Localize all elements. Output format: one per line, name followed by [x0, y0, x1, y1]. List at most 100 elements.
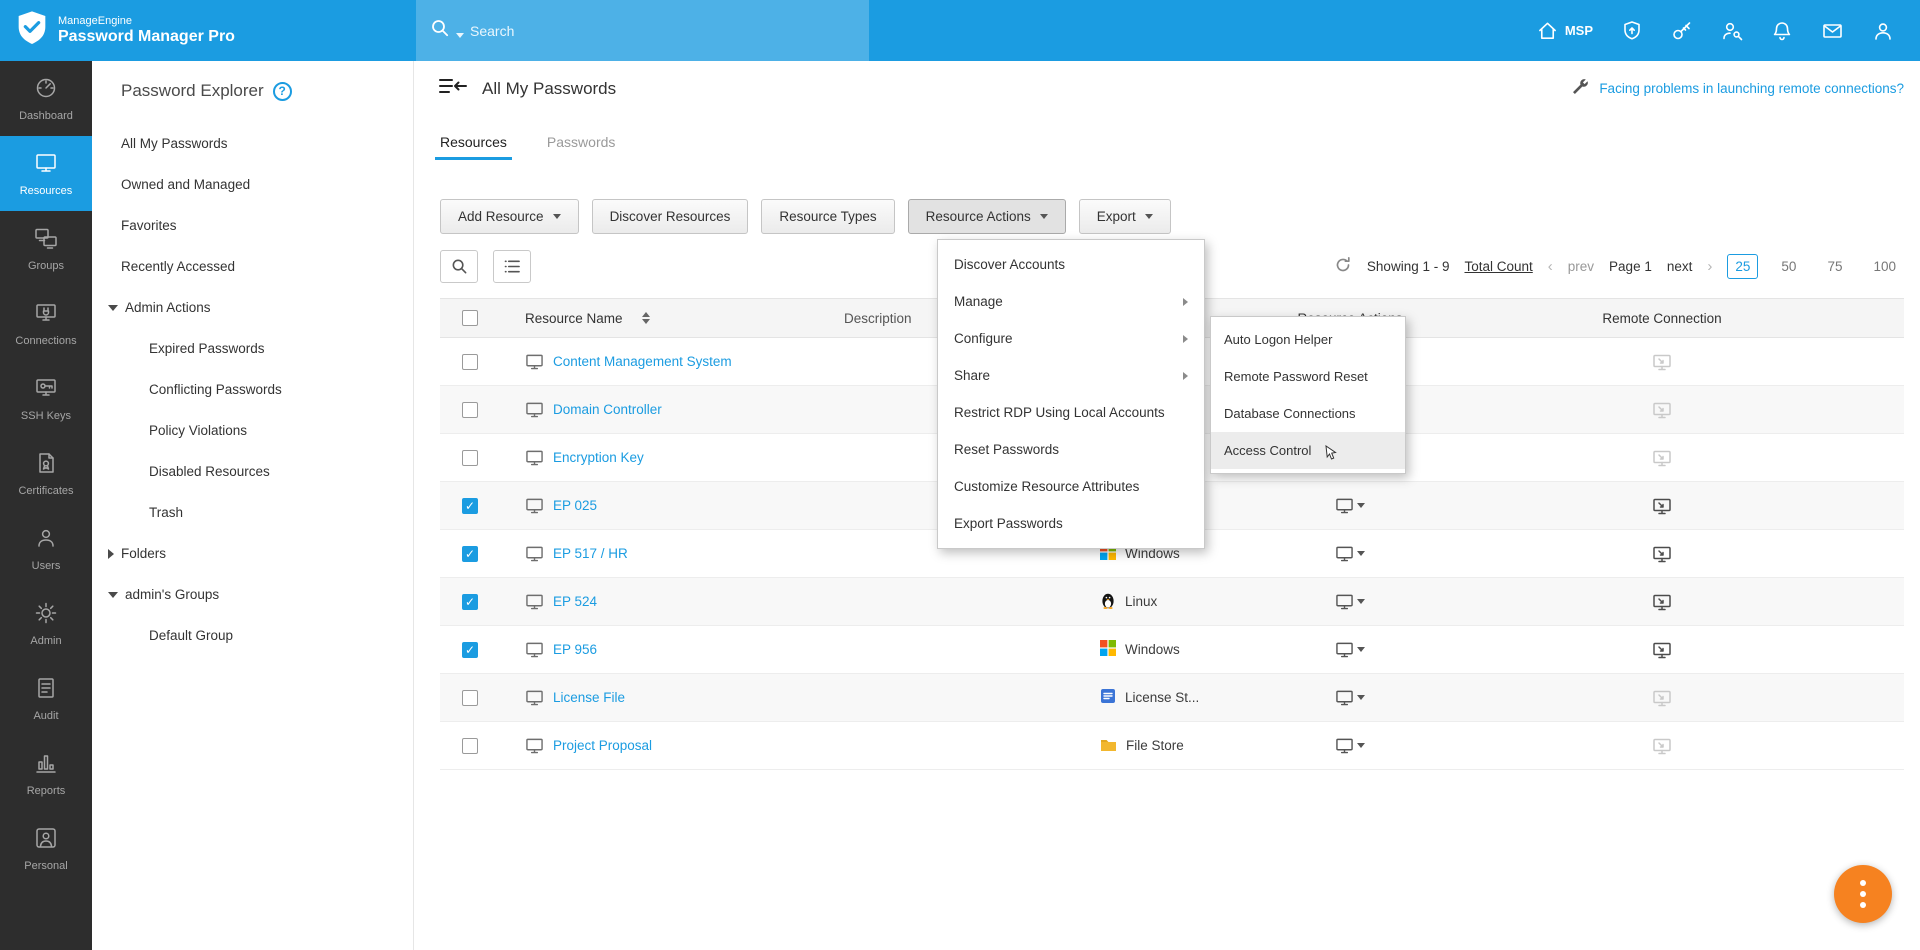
quick-actions-fab[interactable] [1834, 865, 1892, 923]
explorer-item-recently-accessed[interactable]: Recently Accessed [92, 246, 413, 287]
resource-name-link[interactable]: EP 025 [553, 498, 597, 513]
resource-name-link[interactable]: Project Proposal [553, 738, 652, 753]
submenu-item-remote-password-reset[interactable]: Remote Password Reset [1211, 358, 1405, 395]
explorer-item-conflicting-passwords[interactable]: Conflicting Passwords [92, 369, 413, 410]
bell-icon[interactable] [1771, 20, 1793, 42]
sidebar-item-dashboard[interactable]: Dashboard [0, 61, 92, 136]
explorer-group-admins-groups[interactable]: admin's Groups [92, 574, 413, 615]
help-icon[interactable]: ? [273, 82, 292, 101]
resource-name-link[interactable]: EP 517 / HR [553, 546, 628, 561]
resource-name-link[interactable]: Encryption Key [553, 450, 644, 465]
sidebar-item-groups[interactable]: Groups [0, 211, 92, 286]
explorer-item-expired-passwords[interactable]: Expired Passwords [92, 328, 413, 369]
discover-resources-button[interactable]: Discover Resources [592, 199, 749, 234]
msp-home[interactable]: MSP [1537, 20, 1593, 41]
sidebar-item-users[interactable]: Users [0, 511, 92, 586]
menu-item-manage[interactable]: Manage [938, 283, 1204, 320]
menu-item-share[interactable]: Share [938, 357, 1204, 394]
explorer-group-admin-actions[interactable]: Admin Actions [92, 287, 413, 328]
row-checkbox[interactable] [462, 498, 478, 514]
remote-connection-help-link[interactable]: Facing problems in launching remote conn… [1570, 77, 1904, 100]
tab-resources[interactable]: Resources [440, 134, 507, 160]
resource-name-link[interactable]: Content Management System [553, 354, 732, 369]
resource-actions-icon[interactable] [1335, 641, 1365, 658]
sidebar-item-reports[interactable]: Reports [0, 736, 92, 811]
row-checkbox[interactable] [462, 690, 478, 706]
resource-actions-button[interactable]: Resource Actions [908, 199, 1066, 234]
tab-passwords[interactable]: Passwords [547, 134, 615, 160]
search-input[interactable] [470, 23, 790, 39]
menu-item-discover-accounts[interactable]: Discover Accounts [938, 246, 1204, 283]
prev-button[interactable]: prev [1568, 259, 1594, 274]
shield-sync-icon[interactable] [1621, 20, 1643, 42]
remote-connection-icon[interactable] [1652, 545, 1672, 563]
explorer-item-owned-and-managed[interactable]: Owned and Managed [92, 164, 413, 205]
page-size-100[interactable]: 100 [1865, 254, 1904, 279]
global-search[interactable] [416, 0, 869, 61]
explorer-item-all-my-passwords[interactable]: All My Passwords [92, 123, 413, 164]
sidebar-item-connections[interactable]: Connections [0, 286, 92, 361]
resource-name-link[interactable]: Domain Controller [553, 402, 662, 417]
refresh-icon[interactable] [1334, 256, 1352, 277]
profile-icon[interactable] [1872, 20, 1894, 42]
row-checkbox[interactable] [462, 546, 478, 562]
next-button[interactable]: next [1667, 259, 1693, 274]
row-checkbox[interactable] [462, 594, 478, 610]
search-scope-caret-icon[interactable] [456, 33, 464, 38]
resource-actions-icon[interactable] [1335, 593, 1365, 610]
menu-item-restrict-rdp[interactable]: Restrict RDP Using Local Accounts [938, 394, 1204, 431]
submenu-item-auto-logon-helper[interactable]: Auto Logon Helper [1211, 321, 1405, 358]
column-chooser-button[interactable] [493, 250, 531, 283]
menu-item-customize-resource-attributes[interactable]: Customize Resource Attributes [938, 468, 1204, 505]
resource-name-link[interactable]: EP 524 [553, 594, 597, 609]
row-checkbox[interactable] [462, 354, 478, 370]
resource-types-button[interactable]: Resource Types [761, 199, 894, 234]
next-chevron-icon[interactable]: › [1707, 258, 1712, 275]
export-button[interactable]: Export [1079, 199, 1171, 234]
explorer-item-policy-violations[interactable]: Policy Violations [92, 410, 413, 451]
row-checkbox[interactable] [462, 642, 478, 658]
menu-item-export-passwords[interactable]: Export Passwords [938, 505, 1204, 542]
remote-connection-icon[interactable] [1652, 641, 1672, 659]
explorer-item-favorites[interactable]: Favorites [92, 205, 413, 246]
mail-icon[interactable] [1821, 20, 1844, 42]
submenu-item-access-control[interactable]: Access Control [1211, 432, 1405, 469]
collapse-sidebar-icon[interactable] [437, 76, 469, 101]
select-all-checkbox[interactable] [462, 310, 478, 326]
remote-connection-icon[interactable] [1652, 593, 1672, 611]
prev-chevron-icon[interactable]: ‹ [1548, 258, 1553, 275]
explorer-item-trash[interactable]: Trash [92, 492, 413, 533]
menu-item-configure[interactable]: Configure [938, 320, 1204, 357]
resource-name-link[interactable]: EP 956 [553, 642, 597, 657]
sidebar-item-ssh-keys[interactable]: SSH Keys [0, 361, 92, 436]
key-icon[interactable] [1671, 20, 1693, 42]
page-size-50[interactable]: 50 [1773, 254, 1804, 279]
explorer-item-default-group[interactable]: Default Group [92, 615, 413, 656]
add-resource-button[interactable]: Add Resource [440, 199, 579, 234]
user-key-icon[interactable] [1721, 20, 1743, 42]
sidebar-item-resources[interactable]: Resources [0, 136, 92, 211]
sidebar-item-audit[interactable]: Audit [0, 661, 92, 736]
resource-actions-icon[interactable] [1335, 689, 1365, 706]
remote-connection-icon[interactable] [1652, 497, 1672, 515]
sidebar-item-personal[interactable]: Personal [0, 811, 92, 886]
row-checkbox[interactable] [462, 738, 478, 754]
menu-item-reset-passwords[interactable]: Reset Passwords [938, 431, 1204, 468]
row-checkbox[interactable] [462, 450, 478, 466]
submenu-item-database-connections[interactable]: Database Connections [1211, 395, 1405, 432]
resource-name-link[interactable]: License File [553, 690, 625, 705]
table-search-button[interactable] [440, 250, 478, 283]
row-checkbox[interactable] [462, 402, 478, 418]
explorer-group-folders[interactable]: Folders [92, 533, 413, 574]
sort-icon[interactable] [642, 312, 650, 324]
resource-actions-icon[interactable] [1335, 497, 1365, 514]
explorer-item-disabled-resources[interactable]: Disabled Resources [92, 451, 413, 492]
sidebar-item-admin[interactable]: Admin [0, 586, 92, 661]
total-count-link[interactable]: Total Count [1464, 259, 1532, 274]
page-size-75[interactable]: 75 [1819, 254, 1850, 279]
resource-actions-icon[interactable] [1335, 545, 1365, 562]
page-size-25[interactable]: 25 [1727, 254, 1758, 279]
column-header-resource-name[interactable]: Resource Name [525, 311, 623, 326]
resource-actions-icon[interactable] [1335, 737, 1365, 754]
sidebar-item-certificates[interactable]: Certificates [0, 436, 92, 511]
